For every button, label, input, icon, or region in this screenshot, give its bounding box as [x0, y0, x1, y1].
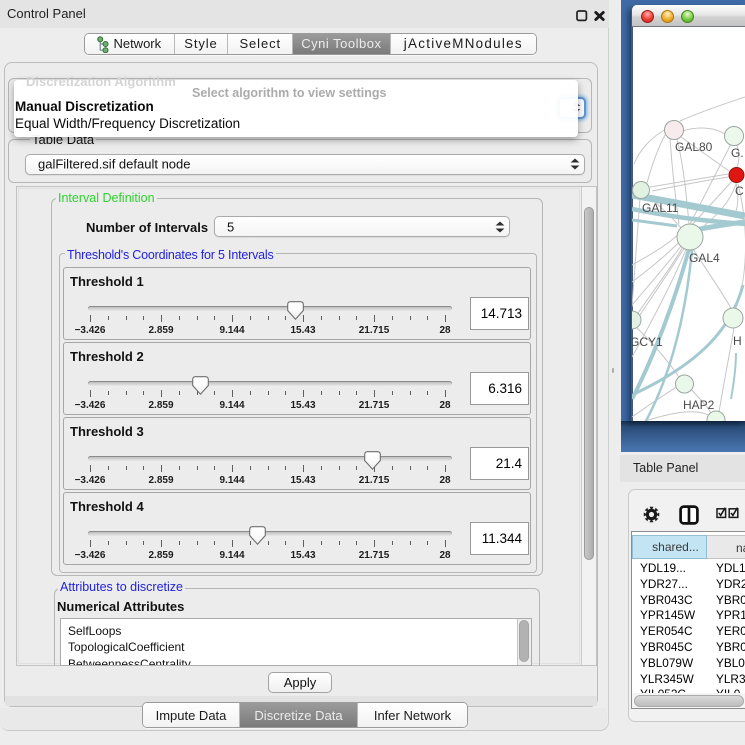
svg-text:G.: G. [731, 146, 744, 160]
svg-text:GAL4: GAL4 [689, 251, 720, 265]
svg-text:H: H [733, 334, 742, 348]
svg-text:GAL80: GAL80 [675, 140, 713, 154]
svg-text:GCY1: GCY1 [632, 335, 663, 349]
svg-text:HAP2: HAP2 [683, 398, 715, 412]
svg-text:C: C [735, 184, 744, 198]
svg-text:GAL11: GAL11 [642, 201, 679, 215]
